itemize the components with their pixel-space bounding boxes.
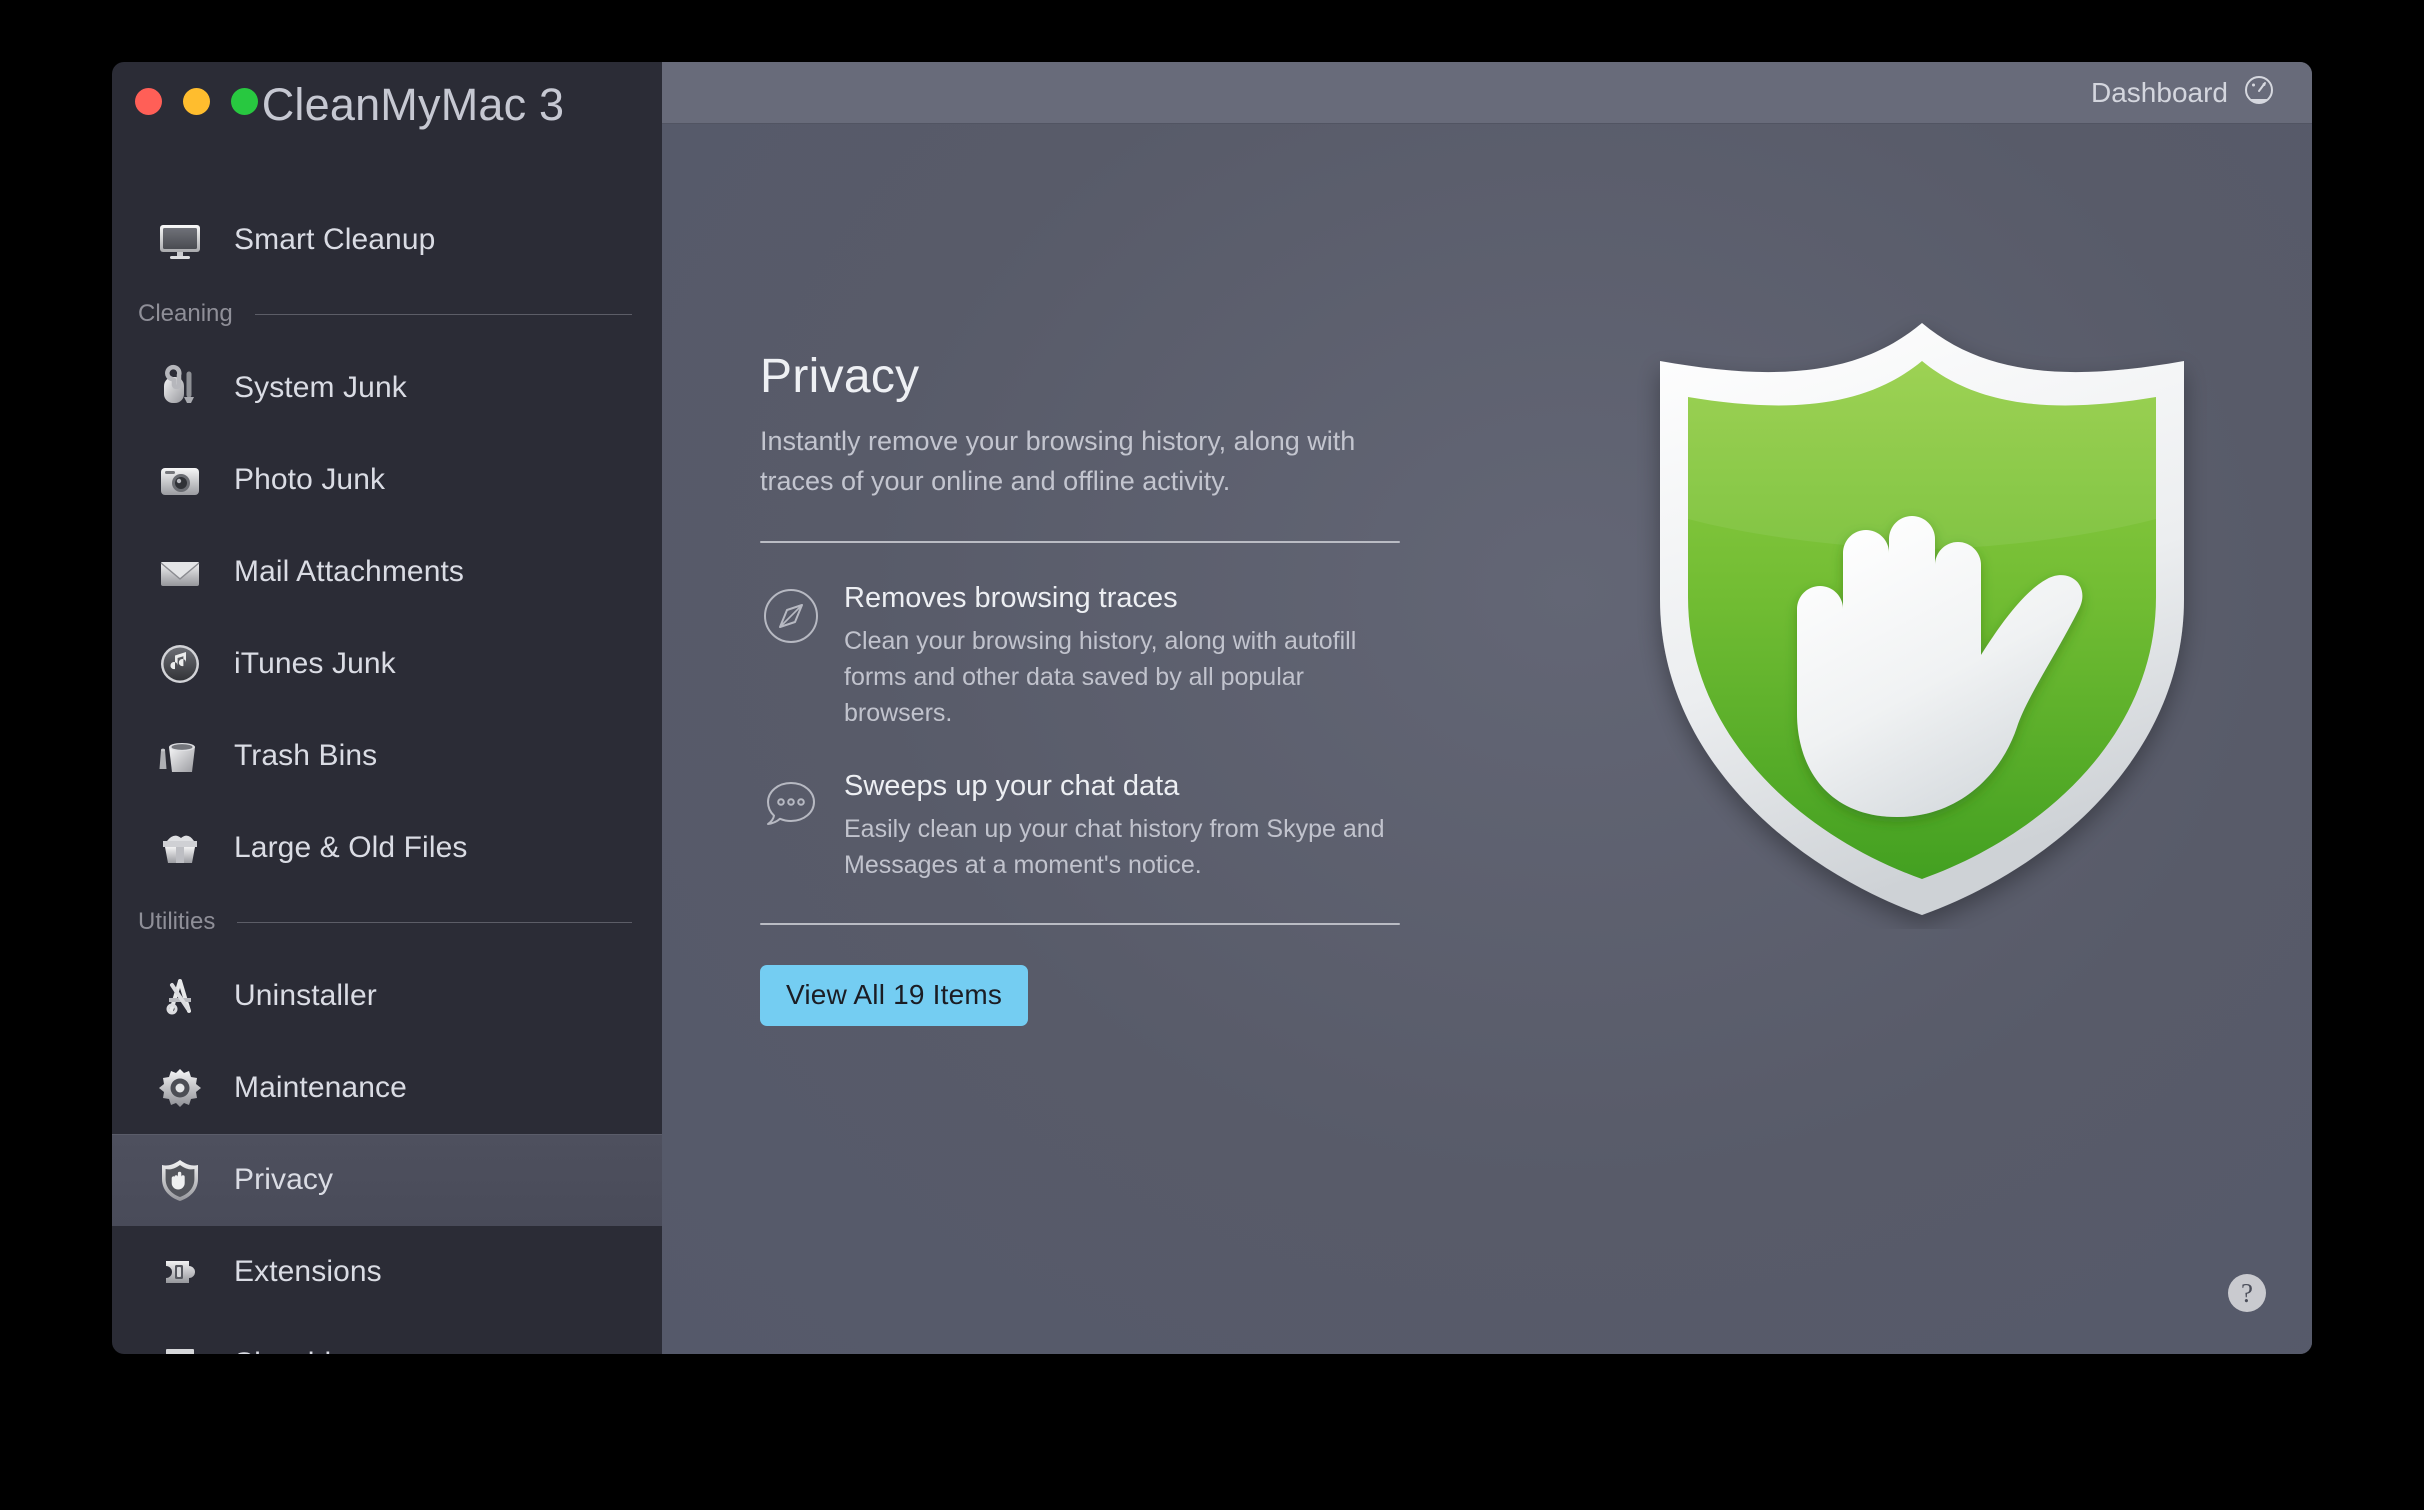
sidebar-item-label: iTunes Junk: [234, 647, 396, 680]
content-area: Privacy Instantly remove your browsing h…: [662, 124, 2312, 1354]
section-divider: [254, 313, 632, 315]
sidebar-nav-list: Smart Cleanup Cleaning System Junk Photo…: [112, 194, 662, 1354]
sidebar-section-cleaning: Cleaning: [112, 286, 662, 342]
divider-top: [760, 541, 1400, 543]
sidebar-item-mail-attachments[interactable]: Mail Attachments: [112, 526, 662, 618]
shredder-icon: [152, 1336, 208, 1354]
dashboard-button[interactable]: Dashboard: [2091, 73, 2276, 112]
sidebar-item-system-junk[interactable]: System Junk: [112, 342, 662, 434]
puzzle-piece-icon: [152, 1244, 208, 1300]
sidebar-item-shredder[interactable]: Shredder: [112, 1318, 662, 1354]
gear-icon: [152, 1060, 208, 1116]
app-tools-icon: [152, 968, 208, 1024]
feature-body: Clean your browsing history, along with …: [844, 627, 1357, 727]
gauge-icon: [2242, 73, 2276, 112]
sidebar-item-label: Large & Old Files: [234, 831, 468, 864]
page-description: Instantly remove your browsing history, …: [760, 426, 1356, 496]
sidebar-item-label: System Junk: [234, 371, 407, 404]
section-title: Cleaning: [138, 300, 233, 327]
sidebar-section-utilities: Utilities: [112, 894, 662, 950]
view-all-items-button[interactable]: View All 19 Items: [760, 965, 1029, 1026]
sidebar-item-uninstaller[interactable]: Uninstaller: [112, 950, 662, 1042]
sidebar-item-label: Trash Bins: [234, 739, 378, 772]
sidebar: CleanMyMac 3 Smart Cleanup Cleaning Syst…: [112, 62, 662, 1354]
feature-title: Removes browsing traces: [844, 582, 1178, 614]
sidebar-item-trash-bins[interactable]: Trash Bins: [112, 710, 662, 802]
shield-hand-graphic: [1612, 309, 2232, 929]
main-panel: Dashboard Privacy Instantly remove your …: [662, 62, 2312, 1354]
app-window: CleanMyMac 3 Smart Cleanup Cleaning Syst…: [112, 62, 2312, 1354]
feature-body: Easily clean up your chat history from S…: [844, 815, 1385, 879]
compass-icon: [760, 579, 838, 731]
sidebar-item-label: Smart Cleanup: [234, 223, 436, 256]
sidebar-item-maintenance[interactable]: Maintenance: [112, 1042, 662, 1134]
sidebar-item-label: Photo Junk: [234, 463, 386, 496]
shield-hand-icon: [152, 1152, 208, 1208]
trash-can-icon: [152, 728, 208, 784]
feature-title: Sweeps up your chat data: [844, 770, 1180, 802]
sidebar-item-privacy[interactable]: Privacy: [112, 1134, 662, 1226]
monitor-icon: [152, 212, 208, 268]
sidebar-item-label: Mail Attachments: [234, 555, 465, 588]
divider-bottom: [760, 923, 1400, 925]
sidebar-item-label: Maintenance: [234, 1071, 407, 1104]
sidebar-item-photo-junk[interactable]: Photo Junk: [112, 434, 662, 526]
section-divider: [237, 921, 632, 923]
camera-icon: [152, 452, 208, 508]
vacuum-icon: [152, 360, 208, 416]
feature-text: Sweeps up your chat data Easily clean up…: [838, 767, 1400, 883]
dashboard-label: Dashboard: [2091, 76, 2228, 108]
page-title: Privacy: [760, 350, 920, 403]
sidebar-item-extensions[interactable]: Extensions: [112, 1226, 662, 1318]
sidebar-item-label: Shredder: [234, 1347, 358, 1354]
feature-sweeps-chat-data: Sweeps up your chat data Easily clean up…: [760, 767, 1400, 883]
chat-bubble-icon: [760, 767, 838, 883]
envelope-icon: [152, 544, 208, 600]
sidebar-item-label: Uninstaller: [234, 979, 377, 1012]
open-box-icon: [152, 820, 208, 876]
help-button[interactable]: ?: [2228, 1274, 2266, 1312]
sidebar-item-smart-cleanup[interactable]: Smart Cleanup: [112, 194, 662, 286]
privacy-info-column: Privacy Instantly remove your browsing h…: [760, 349, 1400, 1026]
top-bar: Dashboard: [662, 62, 2312, 124]
app-title: CleanMyMac 3: [261, 79, 565, 130]
feature-removes-browsing-traces: Removes browsing traces Clean your brows…: [760, 579, 1400, 731]
music-note-icon: [152, 636, 208, 692]
sidebar-item-itunes-junk[interactable]: iTunes Junk: [112, 618, 662, 710]
sidebar-item-large-old-files[interactable]: Large & Old Files: [112, 802, 662, 894]
sidebar-item-label: Privacy: [234, 1163, 334, 1196]
feature-text: Removes browsing traces Clean your brows…: [838, 579, 1400, 731]
sidebar-item-label: Extensions: [234, 1255, 382, 1288]
section-title: Utilities: [138, 908, 216, 935]
